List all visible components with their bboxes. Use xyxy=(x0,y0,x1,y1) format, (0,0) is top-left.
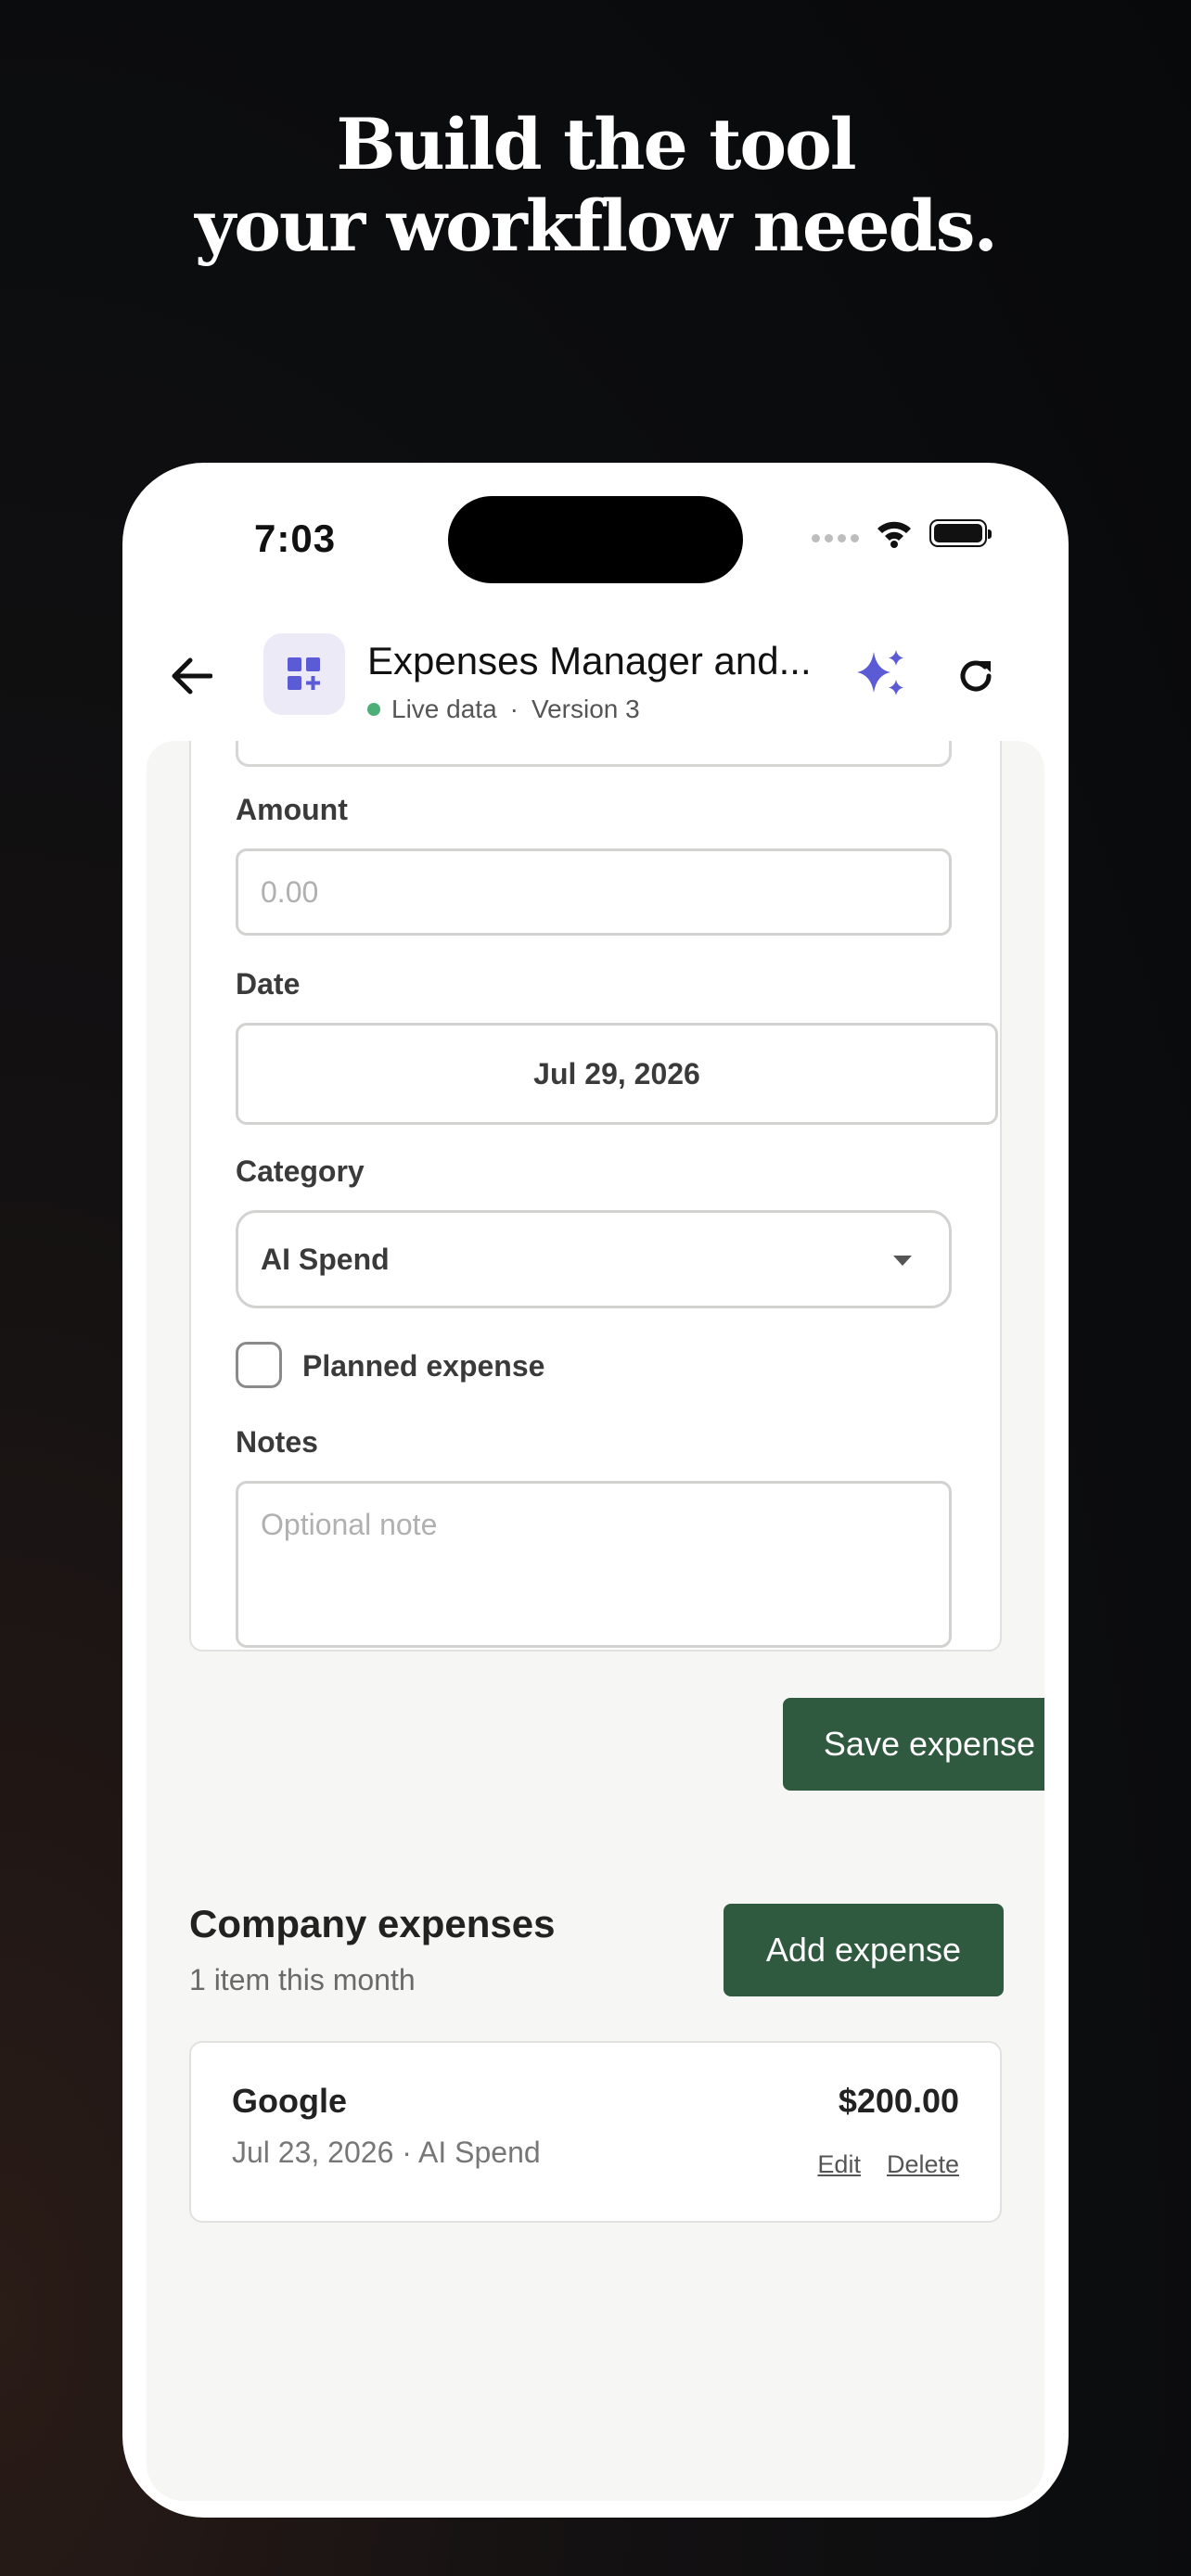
notes-label: Notes xyxy=(236,1425,318,1459)
previous-field-edge[interactable] xyxy=(236,741,952,767)
arrow-left-icon xyxy=(172,657,212,695)
amount-input[interactable]: 0.00 xyxy=(236,848,952,936)
battery-icon xyxy=(929,519,992,547)
headline-line-2: your workflow needs. xyxy=(195,185,998,267)
app-icon xyxy=(263,633,345,715)
edit-expense-link[interactable]: Edit xyxy=(817,2150,861,2179)
expense-meta: Jul 23, 2026 · AI Spend xyxy=(232,2136,541,2169)
phone-frame: 7:03 Expenses Manager and... Live data ·… xyxy=(122,463,1069,2518)
back-button[interactable] xyxy=(161,646,221,706)
wifi-icon xyxy=(877,521,911,548)
ai-sparkle-button[interactable] xyxy=(853,644,913,704)
version-label: Version 3 xyxy=(531,695,640,723)
category-label: Category xyxy=(236,1154,365,1188)
live-status-dot xyxy=(367,703,380,716)
expense-actions: Edit Delete xyxy=(817,2150,959,2179)
cellular-signal-icon xyxy=(812,533,859,542)
dynamic-island xyxy=(448,496,743,583)
status-icons xyxy=(812,518,992,548)
app-subtitle: Live data · Version 3 xyxy=(367,695,640,724)
expense-name: Google xyxy=(232,2082,347,2120)
date-label: Date xyxy=(236,967,301,1001)
app-title: Expenses Manager and... xyxy=(367,639,812,682)
company-expenses-title: Company expenses xyxy=(189,1902,556,1945)
app-header: Expenses Manager and... Live data · Vers… xyxy=(122,620,1069,732)
refresh-icon xyxy=(960,660,992,692)
add-expense-button[interactable]: Add expense xyxy=(724,1904,1004,1996)
delete-expense-link[interactable]: Delete xyxy=(887,2150,959,2179)
marketing-headline: Build the tool your workflow needs. xyxy=(0,104,1191,267)
status-time: 7:03 xyxy=(254,516,337,560)
refresh-button[interactable] xyxy=(946,646,1005,706)
notes-textarea[interactable]: Optional note xyxy=(236,1481,952,1648)
planned-expense-checkbox[interactable] xyxy=(236,1342,282,1388)
status-bar: 7:03 xyxy=(122,463,1069,611)
amount-label: Amount xyxy=(236,793,348,826)
category-value: AI Spend xyxy=(261,1242,390,1276)
subtitle-separator: · xyxy=(509,695,519,723)
save-expense-button[interactable]: Save expense xyxy=(783,1698,1044,1791)
planned-expense-label[interactable]: Planned expense xyxy=(302,1349,544,1384)
expense-list-item[interactable]: Google Jul 23, 2026 · AI Spend $200.00 E… xyxy=(189,2041,1002,2223)
expense-amount: $200.00 xyxy=(838,2082,959,2120)
date-picker[interactable]: Jul 29, 2026 xyxy=(236,1023,998,1125)
app-content: Amount 0.00 Date Jul 29, 2026 Category A… xyxy=(147,741,1044,2501)
sparkle-icon xyxy=(857,650,903,695)
live-data-label: Live data xyxy=(391,695,497,723)
widgets-add-icon xyxy=(288,657,320,690)
chevron-down-icon xyxy=(893,1256,912,1266)
headline-line-1: Build the tool xyxy=(336,103,856,185)
category-select[interactable]: AI Spend xyxy=(236,1210,952,1308)
company-expenses-subtitle: 1 item this month xyxy=(189,1963,416,1996)
expense-form-card: Amount 0.00 Date Jul 29, 2026 Category A… xyxy=(189,741,1002,1651)
